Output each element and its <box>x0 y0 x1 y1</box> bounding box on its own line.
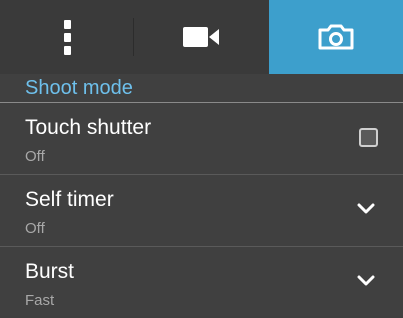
setting-value: Fast <box>25 292 55 309</box>
setting-value: Off <box>25 220 45 237</box>
setting-burst[interactable]: Burst Fast <box>0 247 403 318</box>
setting-self-timer[interactable]: Self timer Off <box>0 175 403 247</box>
more-vert-icon <box>63 18 71 57</box>
section-title: Shoot mode <box>0 74 403 103</box>
touch-shutter-checkbox[interactable] <box>359 128 378 147</box>
setting-value: Off <box>25 148 45 165</box>
setting-title: Touch shutter <box>25 116 152 139</box>
mode-tab-bar <box>0 0 403 74</box>
tab-more-options[interactable] <box>0 0 135 74</box>
setting-title: Burst <box>25 260 75 283</box>
camera-icon <box>318 24 354 50</box>
tab-photo[interactable] <box>268 0 403 74</box>
tab-video[interactable] <box>134 0 268 74</box>
settings-panel: Shoot mode Touch shutter Off Self timer … <box>0 74 403 316</box>
chevron-down-icon[interactable] <box>357 203 375 215</box>
setting-title: Self timer <box>25 188 114 211</box>
video-camera-icon <box>183 27 220 47</box>
setting-touch-shutter[interactable]: Touch shutter Off <box>0 103 403 175</box>
chevron-down-icon[interactable] <box>357 275 375 287</box>
